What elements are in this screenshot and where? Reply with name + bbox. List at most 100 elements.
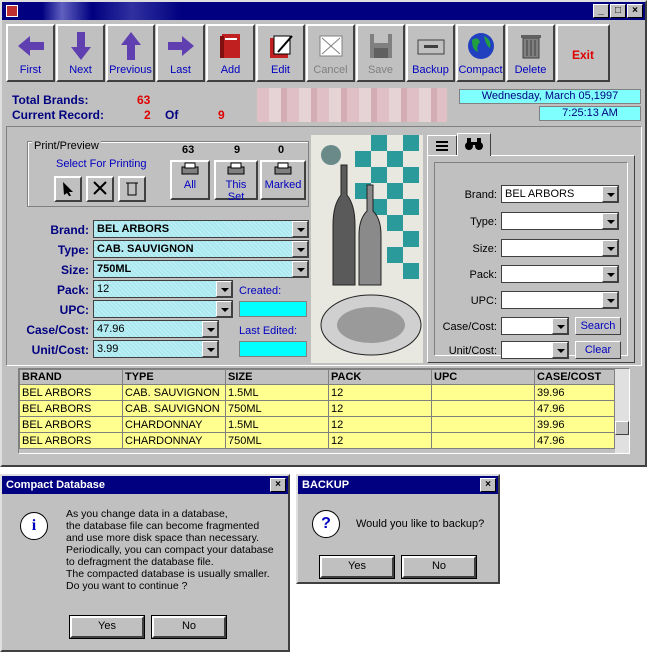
search-brand-field[interactable]: BEL ARBORS [501, 185, 619, 203]
compact-yes-button[interactable]: Yes [69, 615, 145, 639]
col-case-cost[interactable]: CASE/COST [534, 369, 615, 385]
cell: 750ML [225, 400, 329, 417]
cancel-button[interactable]: Cancel [306, 24, 355, 82]
clear-selection-button[interactable] [86, 176, 114, 202]
case-cost-dropdown-button[interactable] [202, 321, 218, 337]
maximize-button[interactable]: □ [610, 4, 626, 18]
add-button[interactable]: Add [206, 24, 255, 82]
cell: BEL ARBORS [19, 432, 123, 449]
minimize-button[interactable]: _ [593, 4, 609, 18]
edit-button[interactable]: Edit [256, 24, 305, 82]
pack-label: Pack: [56, 283, 89, 297]
print-set-button[interactable]: This Set [214, 160, 258, 203]
search-upc-field[interactable] [501, 291, 619, 309]
backup-dialog-title: BACKUP [302, 479, 350, 491]
compact-line: to defragment the database file. [66, 556, 214, 568]
search-case-cost-dropdown[interactable] [552, 318, 568, 334]
compact-dialog-close-button[interactable]: × [270, 478, 286, 492]
cell: 47.96 [534, 432, 615, 449]
unit-cost-dropdown-button[interactable] [202, 341, 218, 357]
select-tool-button[interactable] [54, 176, 82, 202]
cell: 47.96 [534, 400, 615, 417]
col-pack[interactable]: PACK [328, 369, 432, 385]
col-upc[interactable]: UPC [431, 369, 535, 385]
cell: BEL ARBORS [19, 384, 123, 401]
delete-selection-button[interactable] [118, 176, 146, 202]
records-table: BRAND TYPE SIZE PACK UPC CASE/COST BEL A… [19, 369, 615, 449]
upc-field[interactable] [93, 300, 233, 318]
cell: CAB. SAUVIGNON [122, 400, 226, 417]
first-button[interactable]: First [6, 24, 55, 82]
backup-button[interactable]: Backup [406, 24, 455, 82]
previous-button[interactable]: Previous [106, 24, 155, 82]
delete-button[interactable]: Delete [506, 24, 555, 82]
cell: 12 [328, 416, 432, 433]
upc-dropdown-button[interactable] [216, 301, 232, 317]
arrow-up-icon [121, 32, 141, 60]
case-cost-field[interactable]: 47.96 [93, 320, 219, 338]
binoculars-icon [465, 138, 483, 150]
search-unit-cost-label: Unit/Cost: [448, 345, 497, 357]
search-unit-cost-dropdown[interactable] [552, 342, 568, 358]
table-row[interactable]: BEL ARBORS CHARDONNAY 750ML 12 47.96 [19, 432, 615, 449]
search-pack-field[interactable] [501, 265, 619, 283]
size-field[interactable]: 750ML [93, 260, 309, 278]
cell [431, 384, 535, 401]
unit-cost-label: Unit/Cost: [31, 343, 89, 357]
info-icon: i [20, 512, 48, 540]
backup-dialog-close-button[interactable]: × [480, 478, 496, 492]
col-type[interactable]: TYPE [122, 369, 226, 385]
search-type-field[interactable] [501, 212, 619, 230]
search-size-dropdown[interactable] [602, 240, 618, 256]
last-button[interactable]: Last [156, 24, 205, 82]
search-case-cost-field[interactable] [501, 317, 569, 335]
x-icon [93, 181, 107, 195]
type-dropdown-button[interactable] [292, 241, 308, 257]
col-brand[interactable]: BRAND [19, 369, 123, 385]
printer-icon [227, 162, 245, 175]
type-field[interactable]: CAB. SAUVIGNON [93, 240, 309, 258]
unit-cost-field[interactable]: 3.99 [93, 340, 219, 358]
clear-button[interactable]: Clear [575, 341, 621, 359]
date-display: Wednesday, March 05,1997 [459, 89, 641, 104]
question-icon: ? [312, 510, 340, 538]
exit-button[interactable]: Exit [556, 24, 610, 82]
backup-yes-button[interactable]: Yes [319, 555, 395, 579]
search-pack-dropdown[interactable] [602, 266, 618, 282]
backup-no-button[interactable]: No [401, 555, 477, 579]
close-button[interactable]: × [627, 4, 643, 18]
table-row[interactable]: BEL ARBORS CAB. SAUVIGNON 1.5ML 12 39.96 [19, 384, 615, 401]
pack-field[interactable]: 12 [93, 280, 233, 298]
search-button[interactable]: Search [575, 317, 621, 335]
print-marked-button[interactable]: Marked [260, 160, 306, 200]
compact-button[interactable]: Compact [456, 24, 505, 82]
tab-list[interactable] [427, 135, 457, 155]
exit-label: Exit [571, 48, 594, 62]
tab-search[interactable] [457, 133, 491, 156]
next-button[interactable]: Next [56, 24, 105, 82]
size-dropdown-button[interactable] [292, 261, 308, 277]
print-preview-title: Print/Preview [32, 140, 101, 152]
search-size-field[interactable] [501, 239, 619, 257]
brand-field[interactable]: BEL ARBORS [93, 220, 309, 238]
scroll-thumb[interactable] [615, 421, 629, 435]
cell: 12 [328, 432, 432, 449]
case-cost-label: Case/Cost: [26, 323, 89, 337]
search-unit-cost-field[interactable] [501, 341, 569, 359]
print-all-button[interactable]: All [170, 160, 210, 200]
first-label: First [19, 64, 42, 76]
table-row[interactable]: BEL ARBORS CHARDONNAY 1.5ML 12 39.96 [19, 416, 615, 433]
col-size[interactable]: SIZE [225, 369, 329, 385]
compact-no-button[interactable]: No [151, 615, 227, 639]
table-row[interactable]: BEL ARBORS CAB. SAUVIGNON 750ML 12 47.96 [19, 400, 615, 417]
search-type-dropdown[interactable] [602, 213, 618, 229]
pack-dropdown-button[interactable] [216, 281, 232, 297]
brand-dropdown-button[interactable] [292, 221, 308, 237]
search-brand-dropdown[interactable] [602, 186, 618, 202]
save-button[interactable]: Save [356, 24, 405, 82]
search-upc-dropdown[interactable] [602, 292, 618, 308]
grid-scrollbar[interactable] [615, 369, 629, 453]
brand-label: Brand: [50, 223, 89, 237]
compact-line: As you change data in a database, [66, 508, 228, 520]
cell: BEL ARBORS [19, 400, 123, 417]
